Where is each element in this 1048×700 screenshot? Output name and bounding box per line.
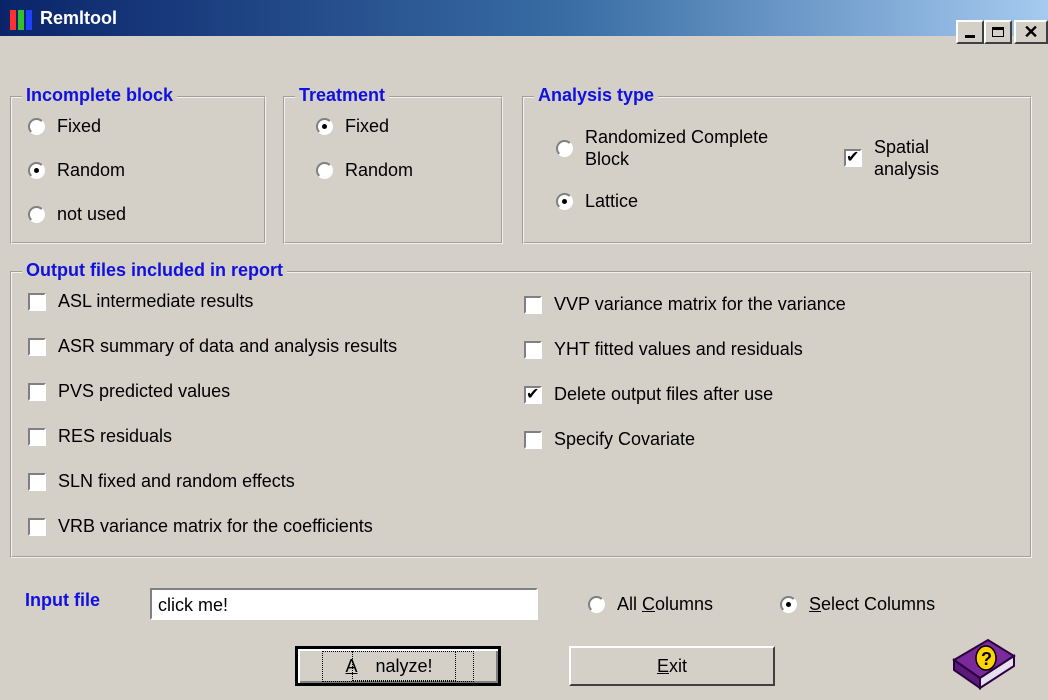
analyze-button[interactable]: Analyze! [295,646,501,686]
checkbox-icon [28,472,46,491]
checkbox-icon [524,340,542,359]
radio-icon [588,596,605,613]
checkbox-icon [28,292,46,311]
checkbox-icon [524,295,542,314]
incomplete-block-not-used-radio[interactable]: not used [28,204,126,225]
maximize-icon [992,27,1004,37]
yht-checkbox[interactable]: YHT fitted values and residuals [524,339,803,360]
radio-selected-icon [780,596,797,613]
incomplete-block-label: Incomplete block [22,85,178,106]
window-title: Remltool [40,8,118,28]
vvp-checkbox[interactable]: VVP variance matrix for the variance [524,294,846,315]
sln-checkbox[interactable]: SLN fixed and random effects [28,471,295,492]
radio-icon [28,206,45,223]
output-files-group: Output files included in report [10,260,1032,558]
exit-button[interactable]: Exit [569,646,775,686]
minimize-icon [965,34,975,38]
maximize-button[interactable] [984,20,1012,44]
close-button[interactable]: ✕ [1014,20,1048,44]
pvs-checkbox[interactable]: PVS predicted values [28,381,230,402]
select-columns-radio[interactable]: Select Columns [780,594,935,615]
radio-selected-icon [28,162,45,179]
output-files-label: Output files included in report [22,260,288,281]
incomplete-block-random-radio[interactable]: Random [28,160,125,181]
checkbox-icon [28,427,46,446]
title-bar[interactable]: Remltool [0,0,1048,36]
asr-checkbox[interactable]: ASR summary of data and analysis results [28,336,397,357]
analysis-type-label: Analysis type [534,85,659,106]
radio-selected-icon [556,193,573,210]
radio-icon [316,162,333,179]
all-columns-radio[interactable]: All Columns [588,594,713,615]
specify-checkbox[interactable]: Specify Covariate [524,429,695,450]
radio-icon [28,118,45,135]
checkbox-icon [28,382,46,401]
close-icon: ✕ [1023,22,1039,42]
checkbox-icon [28,337,46,356]
svg-text:?: ? [981,649,992,669]
res-checkbox[interactable]: RES residuals [28,426,172,447]
vrb-checkbox[interactable]: VRB variance matrix for the coefficients [28,516,373,537]
checkbox-checked-icon [844,147,862,167]
help-book-icon[interactable]: ? [948,630,1018,692]
app-icon[interactable] [10,10,34,30]
lattice-radio[interactable]: Lattice [556,191,638,212]
radio-icon [556,139,573,157]
spatial-analysis-checkbox[interactable]: Spatial analysis [844,136,964,180]
radio-selected-icon [316,118,333,135]
minimize-button[interactable] [956,20,984,44]
checkbox-checked-icon [524,384,542,404]
input-file-label: Input file [25,590,100,610]
input-file-field[interactable]: click me! [150,588,538,620]
treatment-fixed-radio[interactable]: Fixed [316,116,389,137]
treatment-label: Treatment [295,85,390,106]
incomplete-block-fixed-radio[interactable]: Fixed [28,116,101,137]
checkbox-icon [524,430,542,449]
checkbox-icon [28,517,46,536]
delete-checkbox[interactable]: Delete output files after use [524,384,773,405]
treatment-random-radio[interactable]: Random [316,160,413,181]
randomized-complete-block-radio[interactable]: Randomized Complete Block [556,126,815,170]
asl-checkbox[interactable]: ASL intermediate results [28,291,253,312]
